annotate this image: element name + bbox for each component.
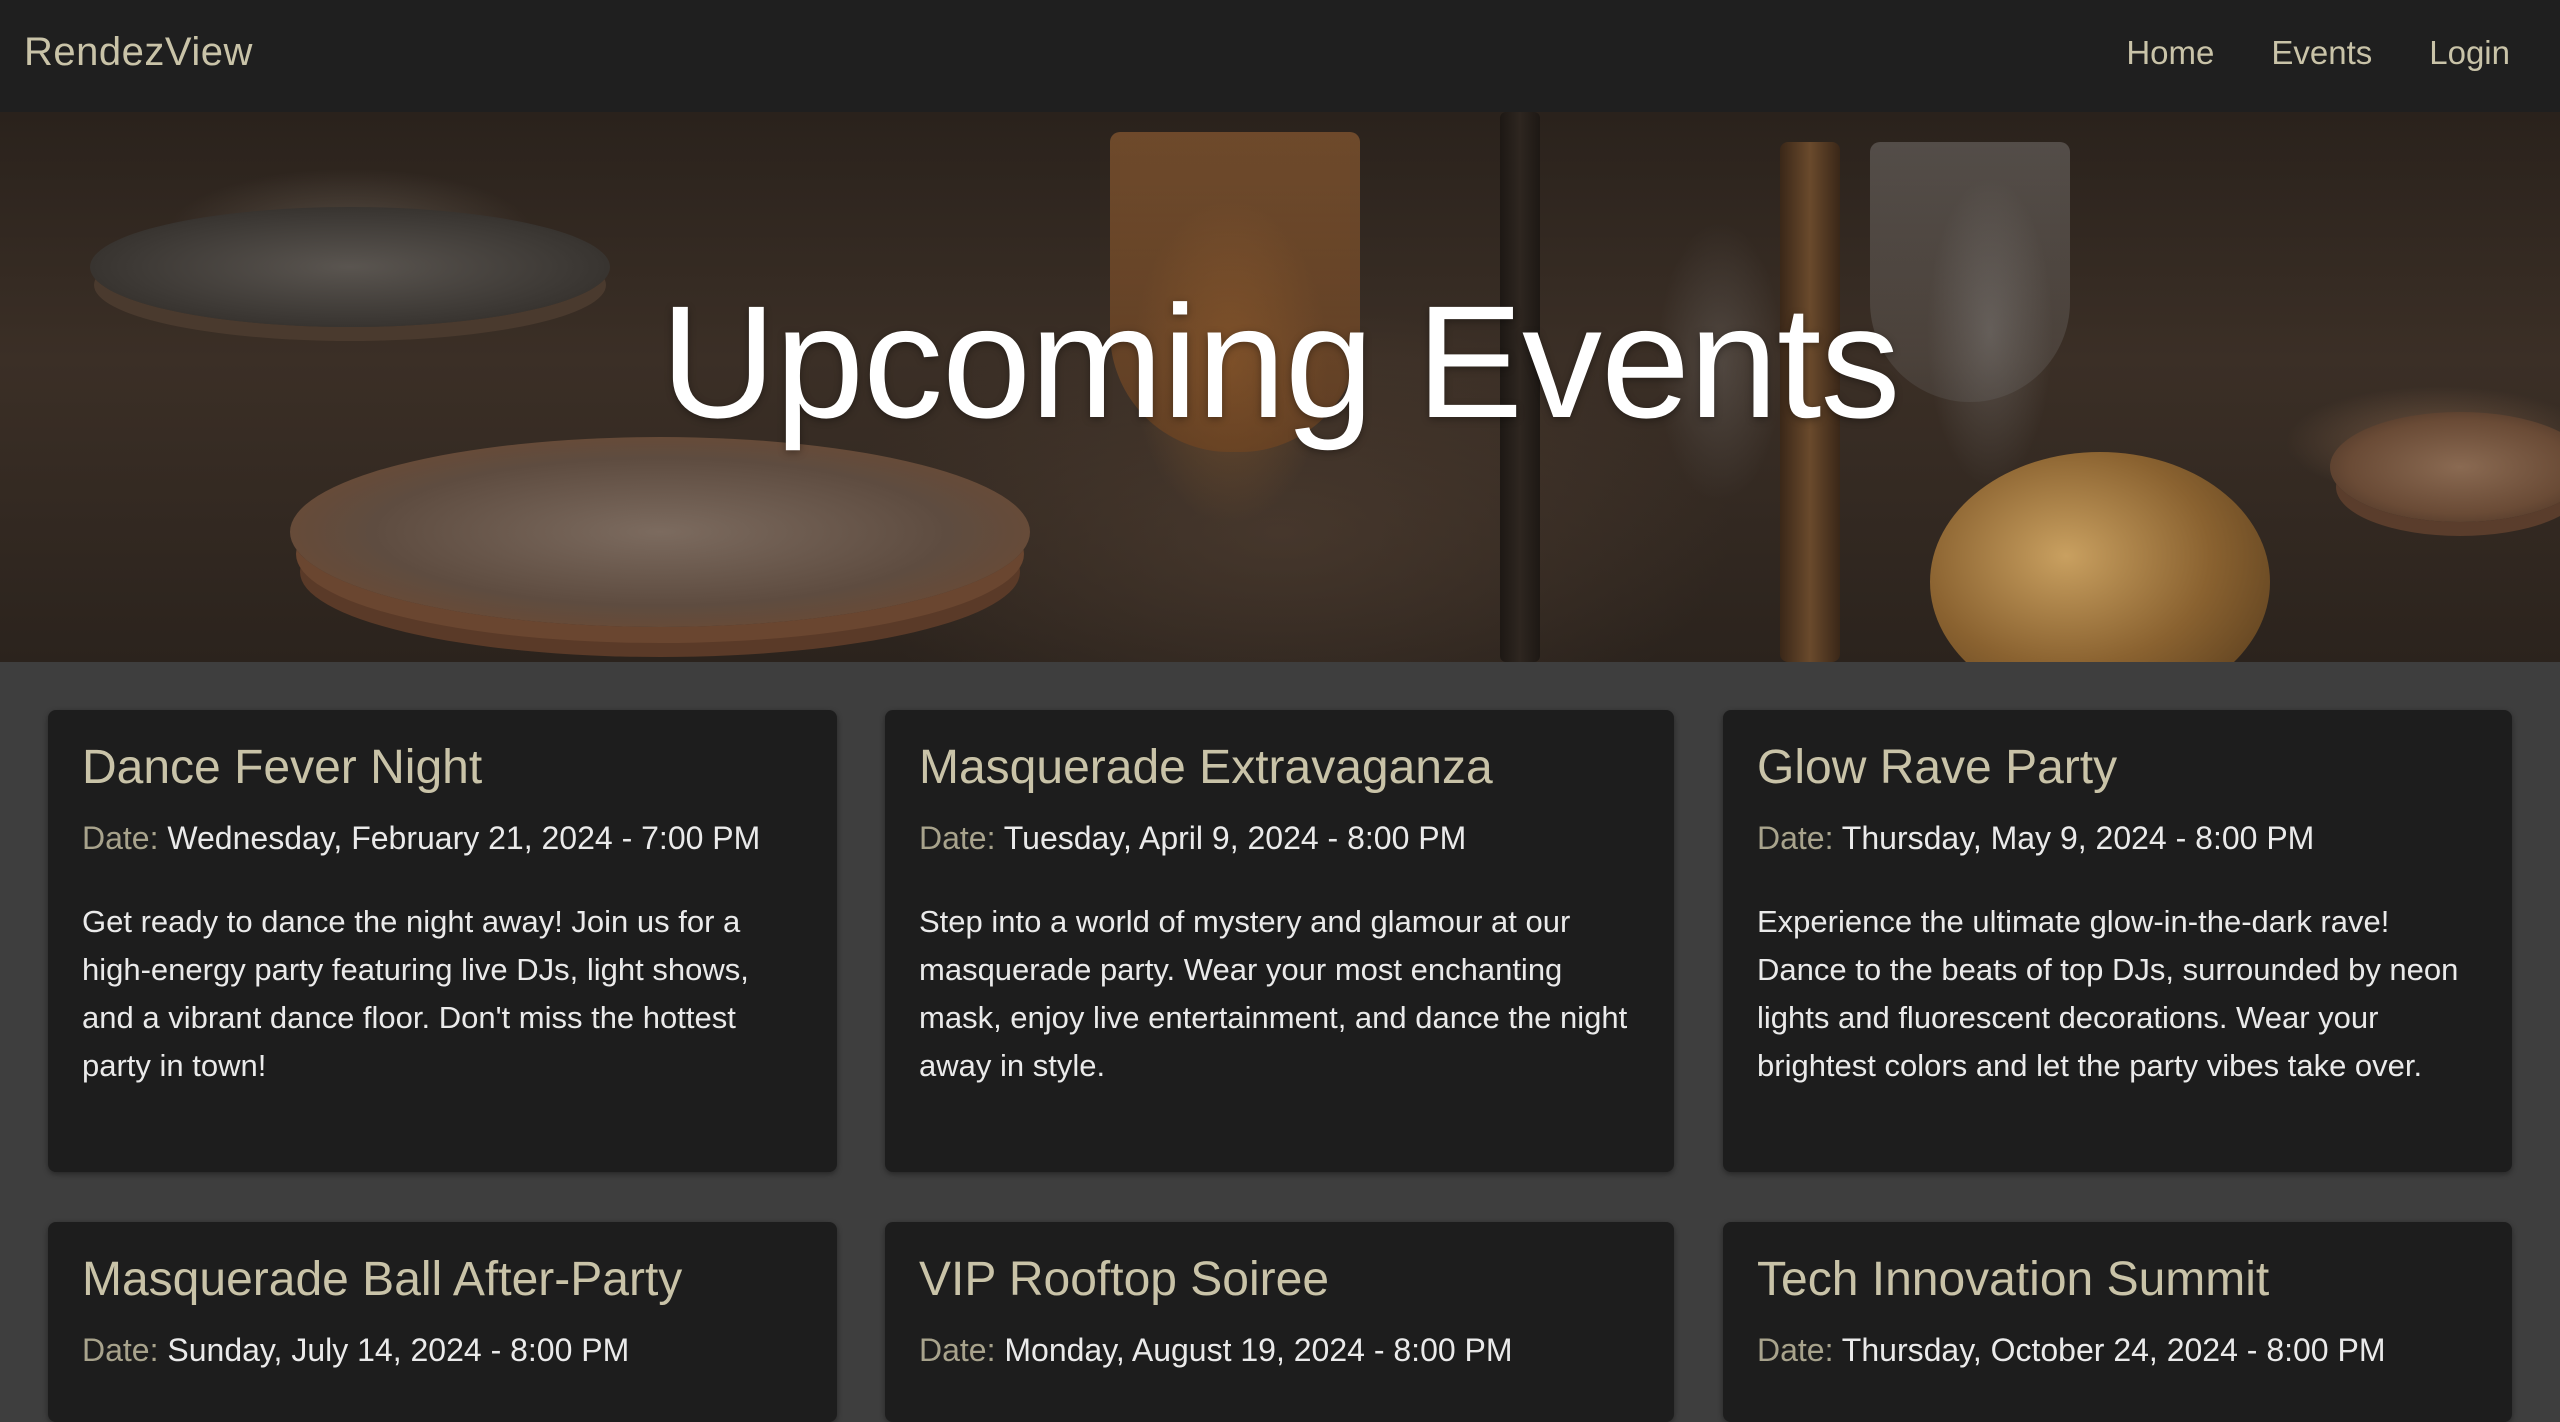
date-label: Date: [919,820,996,857]
event-description: Get ready to dance the night away! Join … [82,903,749,1083]
date-value: Tuesday, April 9, 2024 - 8:00 PM [1003,820,1467,857]
event-description: Step into a world of mystery and glamour… [919,903,1628,1083]
nav-link-login[interactable]: Login [2429,34,2510,72]
event-date: Date: Sunday, July 14, 2024 - 8:00 PM [82,1331,803,1369]
date-label: Date: [1757,1332,1834,1369]
event-title[interactable]: VIP Rooftop Soiree [919,1252,1640,1307]
brand-logo[interactable]: RendezView [24,30,253,75]
date-label: Date: [1757,820,1834,857]
date-value: Thursday, October 24, 2024 - 8:00 PM [1841,1332,2386,1369]
event-card[interactable]: Dance Fever Night Date: Wednesday, Febru… [48,710,837,1172]
event-date: Date: Monday, August 19, 2024 - 8:00 PM [919,1331,1640,1369]
nav-links: Home Events Login [2126,34,2510,72]
event-date: Date: Thursday, May 9, 2024 - 8:00 PM [1757,819,2478,857]
date-value: Sunday, July 14, 2024 - 8:00 PM [167,1332,630,1369]
plate-image [290,437,1030,627]
event-date: Date: Thursday, October 24, 2024 - 8:00 … [1757,1331,2478,1369]
event-card[interactable]: Tech Innovation Summit Date: Thursday, O… [1723,1222,2512,1422]
event-title[interactable]: Tech Innovation Summit [1757,1252,2478,1307]
event-title[interactable]: Masquerade Extravaganza [919,740,1640,795]
event-card[interactable]: Glow Rave Party Date: Thursday, May 9, 2… [1723,710,2512,1172]
nav-link-events[interactable]: Events [2271,34,2372,72]
date-value: Thursday, May 9, 2024 - 8:00 PM [1841,820,2315,857]
navbar: RendezView Home Events Login [0,0,2560,112]
date-label: Date: [82,1332,159,1369]
date-value: Wednesday, February 21, 2024 - 7:00 PM [167,820,761,857]
date-label: Date: [919,1332,996,1369]
event-title[interactable]: Glow Rave Party [1757,740,2478,795]
hero-banner: Upcoming Events [0,112,2560,662]
event-card[interactable]: Masquerade Ball After-Party Date: Sunday… [48,1222,837,1422]
date-label: Date: [82,820,159,857]
event-date: Date: Wednesday, February 21, 2024 - 7:0… [82,819,803,857]
event-card[interactable]: Masquerade Extravaganza Date: Tuesday, A… [885,710,1674,1172]
event-title[interactable]: Dance Fever Night [82,740,803,795]
page-title: Upcoming Events [660,272,1901,451]
event-card[interactable]: VIP Rooftop Soiree Date: Monday, August … [885,1222,1674,1422]
event-description: Experience the ultimate glow-in-the-dark… [1757,903,2459,1083]
nav-link-home[interactable]: Home [2126,34,2214,72]
event-title[interactable]: Masquerade Ball After-Party [82,1252,803,1307]
date-value: Monday, August 19, 2024 - 8:00 PM [1004,1332,1513,1369]
bowl-image [1930,452,2270,662]
event-date: Date: Tuesday, April 9, 2024 - 8:00 PM [919,819,1640,857]
